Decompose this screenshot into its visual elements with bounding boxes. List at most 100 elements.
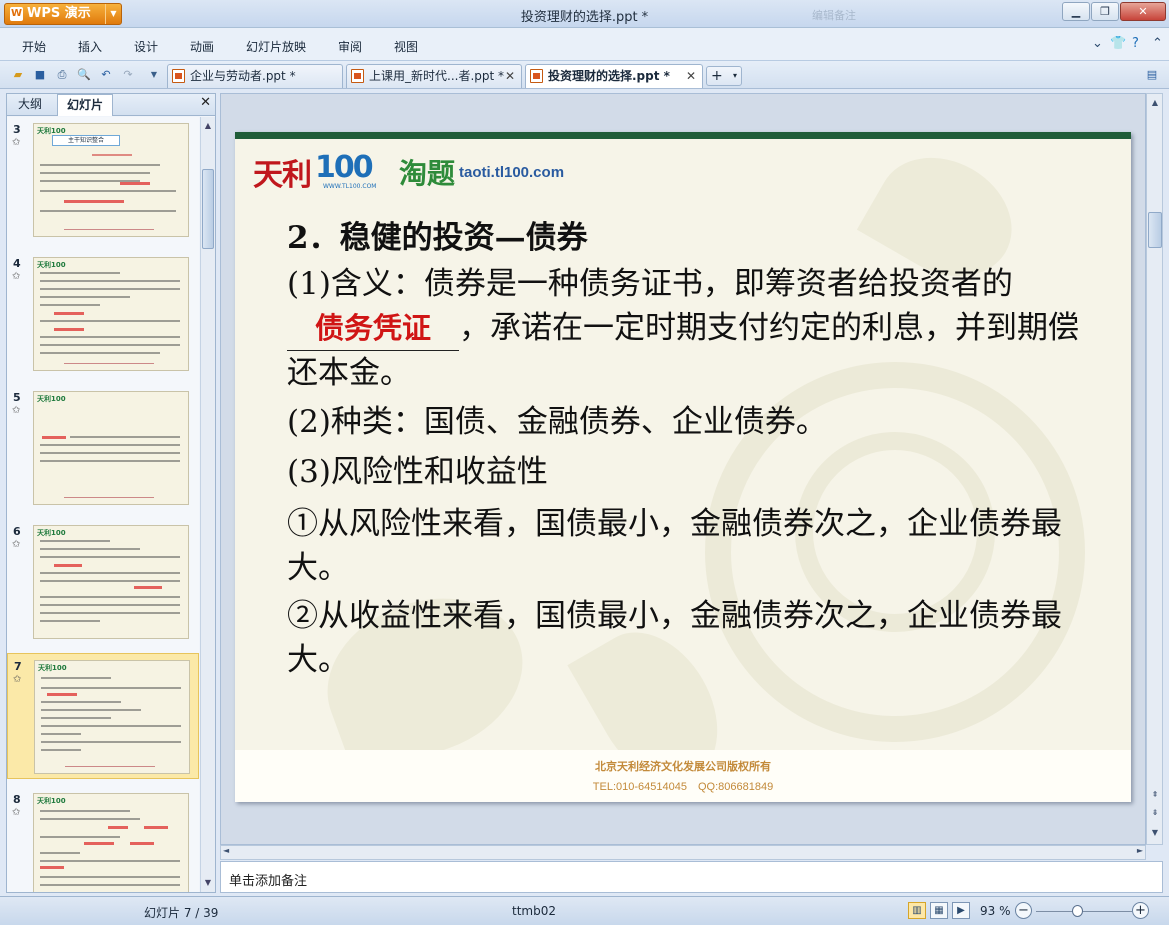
thumbnail-number: 3 — [13, 123, 21, 136]
slide-horizontal-scrollbar[interactable]: ◄ ► — [220, 845, 1146, 860]
slide-heading[interactable]: 2．稳健的投资—债券 — [287, 212, 588, 257]
customize-toolbar-icon[interactable]: ▼ — [146, 67, 162, 83]
menu-start[interactable]: 开始 — [22, 38, 46, 55]
print-icon[interactable]: ⎙ — [54, 67, 70, 83]
slide-paragraph-4[interactable]: ①从风险性来看，国债最小，金融债券次之，企业债券最大。 — [287, 502, 1087, 590]
paragraph-text: (1)含义：债券是一种债务证书，即筹资者给投资者的 — [287, 266, 1013, 302]
tab-close-icon[interactable]: ✕ — [505, 65, 515, 87]
scroll-up-icon[interactable]: ▲ — [202, 119, 214, 133]
skin-icon[interactable]: 👕 — [1110, 36, 1126, 51]
menu-animation[interactable]: 动画 — [190, 38, 214, 55]
logo-tianli-text: 天利 — [253, 158, 312, 193]
thumbnail-heading-box: 主干知识整合 — [52, 135, 120, 146]
slide-paragraph-3[interactable]: (3)风险性和收益性 — [287, 450, 1087, 494]
tab-doc-2[interactable]: 上课用_新时代...者.ppt * ✕ — [346, 64, 522, 88]
current-slide[interactable]: 天利 100 WWW.TL100.COM 淘题 taoti.tl100.com … — [235, 132, 1131, 802]
slide-thumbnail[interactable]: 天利100 — [33, 525, 189, 639]
redo-icon[interactable]: ↷ — [120, 67, 136, 83]
zoom-level: 93 % — [980, 904, 1011, 918]
title-faint-text: 编辑备注 — [812, 9, 856, 22]
tab-outline[interactable]: 大纲 — [9, 94, 51, 116]
minimize-button[interactable]: ▁ — [1062, 2, 1090, 21]
scroll-down-icon[interactable]: ▼ — [202, 876, 214, 890]
normal-view-button[interactable]: ▥ — [908, 902, 926, 919]
thumbnail-number: 4 — [13, 257, 21, 270]
ppt-file-icon — [351, 69, 364, 83]
tab-label: 企业与劳动者.ppt * — [190, 69, 296, 83]
notes-pane[interactable]: 单击添加备注 — [220, 861, 1163, 893]
answer-blank: 债务凭证 — [287, 306, 459, 351]
zoom-slider-handle[interactable] — [1072, 905, 1083, 917]
grid-view-icon: ▦ — [934, 905, 944, 916]
thumbnail-item[interactable]: 3 ✩ 天利100 主干知识整合 — [7, 117, 199, 243]
chevron-down-icon[interactable]: ⌄ — [1092, 36, 1103, 51]
panel-toggle-icon[interactable]: ▤ — [1144, 67, 1160, 83]
scroll-left-icon[interactable]: ◄ — [223, 846, 229, 855]
scroll-thumb[interactable] — [202, 169, 214, 249]
slide-sorter-button[interactable]: ▦ — [930, 902, 948, 919]
chevron-down-icon[interactable]: ▾ — [733, 67, 737, 85]
minus-icon: − — [1018, 903, 1029, 918]
tab-close-icon[interactable]: ✕ — [686, 65, 696, 87]
thumbnail-item-selected[interactable]: 7 ✩ 天利100 — [7, 653, 199, 779]
previous-slide-icon[interactable]: ⇞ — [1148, 788, 1162, 802]
quick-toolbar: ▰ ■ ⎙ 🔍 ↶ ↷ ▼ 企业与劳动者.ppt * 上课用_新时代...者.p… — [0, 60, 1169, 89]
slide-thumbnail[interactable]: 天利100 — [34, 660, 190, 774]
scroll-down-icon[interactable]: ▼ — [1148, 826, 1162, 840]
animation-star-icon: ✩ — [12, 539, 21, 550]
zoom-slider-track[interactable] — [1036, 911, 1132, 912]
scroll-up-icon[interactable]: ▲ — [1148, 96, 1162, 110]
window-title: 投资理财的选择.ppt * — [520, 10, 649, 25]
print-preview-icon[interactable]: 🔍 — [76, 67, 92, 83]
minimize-icon: ▁ — [1071, 5, 1081, 18]
thumbnail-item[interactable]: 6 ✩ 天利100 — [7, 519, 199, 645]
tab-doc-1[interactable]: 企业与劳动者.ppt * — [167, 64, 343, 88]
close-icon[interactable]: ✕ — [200, 95, 211, 110]
slide-thumbnail[interactable]: 天利100 — [33, 391, 189, 505]
slide-editor: 天利 100 WWW.TL100.COM 淘题 taoti.tl100.com … — [220, 93, 1146, 845]
restore-button[interactable]: ❐ — [1091, 2, 1119, 21]
thumbnail-scrollbar[interactable]: ▲ ▼ — [200, 117, 215, 892]
title-bar: W WPS 演示 ▼ 投资理财的选择.ppt * 编辑备注 ▁ ❐ ✕ — [0, 0, 1169, 28]
animation-star-icon: ✩ — [12, 405, 21, 416]
status-bar: 幻灯片 7 / 39 ttmb02 ▥ ▦ ▶ 93 % − + — [0, 896, 1169, 925]
save-icon[interactable]: ■ — [32, 67, 48, 83]
slide-paragraph-5[interactable]: ②从收益性来看，国债最小，金融债券次之，企业债券最大。 — [287, 594, 1087, 682]
chevron-up-icon[interactable]: ⌃ — [1152, 36, 1163, 51]
menu-review[interactable]: 审阅 — [338, 38, 362, 55]
undo-icon[interactable]: ↶ — [98, 67, 114, 83]
zoom-in-button[interactable]: + — [1132, 902, 1149, 919]
slide-paragraph-2[interactable]: (2)种类：国债、金融债券、企业债券。 — [287, 400, 1087, 444]
thumbnail-number: 6 — [13, 525, 21, 538]
animation-star-icon: ✩ — [12, 807, 21, 818]
menu-insert[interactable]: 插入 — [78, 38, 102, 55]
thumbnail-logo: 天利100 — [37, 529, 66, 537]
plus-icon: + — [711, 68, 723, 84]
tab-slides[interactable]: 幻灯片 — [57, 94, 114, 116]
slide-thumbnail[interactable]: 天利100 主干知识整合 — [33, 123, 189, 237]
thumbnail-item[interactable]: 8 ✩ 天利100 — [7, 787, 199, 892]
close-button[interactable]: ✕ — [1120, 2, 1166, 21]
new-tab-button[interactable]: + ▾ — [706, 66, 742, 86]
open-folder-icon[interactable]: ▰ — [10, 67, 26, 83]
tab-label: 投资理财的选择.ppt * — [548, 69, 670, 83]
ppt-file-icon — [172, 69, 185, 83]
slide-thumbnail[interactable]: 天利100 — [33, 257, 189, 371]
menu-view[interactable]: 视图 — [394, 38, 418, 55]
logo-100-text: 100 — [315, 150, 374, 185]
help-icon[interactable]: ? — [1132, 36, 1139, 51]
thumbnail-item[interactable]: 5 ✩ 天利100 — [7, 385, 199, 511]
next-slide-icon[interactable]: ⇟ — [1148, 806, 1162, 820]
slideshow-button[interactable]: ▶ — [952, 902, 970, 919]
slide-paragraph-1[interactable]: (1)含义：债券是一种债务证书，即筹资者给投资者的债务凭证 ，承诺在一定时期支付约… — [287, 262, 1087, 395]
slide-vertical-scrollbar[interactable]: ▲ ⇞ ⇟ ▼ — [1146, 93, 1163, 845]
slide-thumbnail[interactable]: 天利100 — [33, 793, 189, 892]
menu-design[interactable]: 设计 — [134, 38, 158, 55]
zoom-out-button[interactable]: − — [1015, 902, 1032, 919]
tab-doc-3[interactable]: 投资理财的选择.ppt * ✕ — [525, 64, 703, 88]
scroll-right-icon[interactable]: ► — [1137, 846, 1143, 855]
menu-slideshow[interactable]: 幻灯片放映 — [246, 38, 306, 55]
template-name: ttmb02 — [512, 904, 556, 918]
scroll-thumb[interactable] — [1148, 212, 1162, 248]
thumbnail-item[interactable]: 4 ✩ 天利100 — [7, 251, 199, 377]
